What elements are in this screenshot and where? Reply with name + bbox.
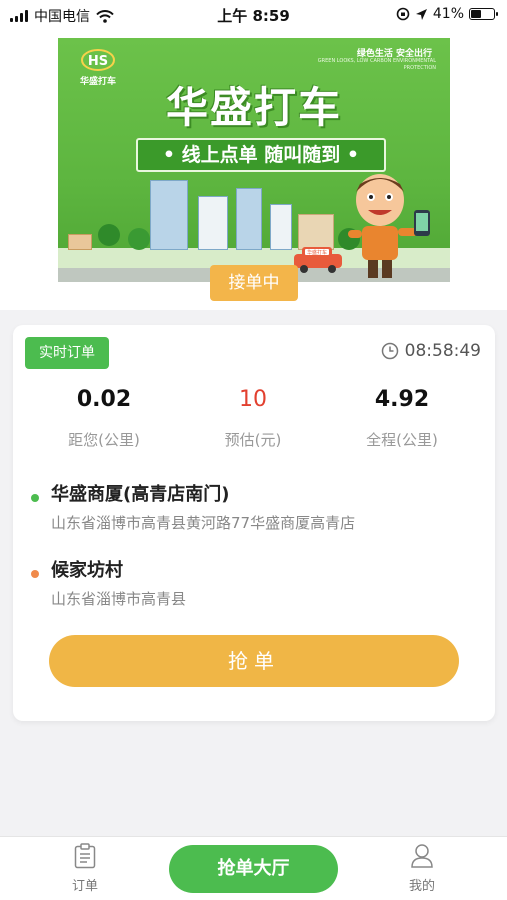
stat-label: 预估(元)	[224, 431, 282, 449]
stat-estimated-fare: 10 预估(元)	[173, 387, 333, 450]
status-bar: 中国电信 上午 8:59 41%	[0, 0, 507, 30]
pickup-name: 华盛商厦(高青店南门)	[51, 484, 230, 505]
bottom-tab-bar: 订单 抢单大厅 我的	[0, 836, 507, 900]
tab-mine[interactable]: 我的	[392, 843, 452, 894]
tab-orders-label: 订单	[71, 879, 98, 894]
svg-text:HS: HS	[88, 54, 108, 69]
pickup-detail: 山东省淄博市高青县黄河路77华盛商厦高青店	[51, 514, 356, 532]
stat-label: 全程(公里)	[366, 431, 438, 449]
building-illustration	[150, 180, 188, 250]
promo-banner[interactable]: HS 华盛打车 绿色生活 安全出行 GREEN LOOKS, LOW CARBO…	[58, 38, 450, 282]
tab-mine-label: 我的	[408, 879, 435, 894]
tab-orders[interactable]: 订单	[55, 843, 115, 894]
clock-icon	[381, 342, 398, 360]
location-arrow-icon	[415, 8, 427, 20]
grab-order-button[interactable]: 抢单	[49, 635, 459, 687]
stat-value: 4.92	[374, 387, 430, 412]
dropoff-detail: 山东省淄博市高青县	[51, 590, 187, 608]
tab-grab-hall[interactable]: 抢单大厅	[169, 845, 338, 893]
battery-icon	[469, 8, 498, 20]
banner-slogan-en: GREEN LOOKS, LOW CARBON ENVIRONMENTAL PR…	[317, 58, 436, 71]
dropoff-dot-icon	[31, 570, 39, 578]
dropoff-name: 候家坊村	[51, 560, 123, 581]
huasheng-logo-icon: HS	[81, 49, 115, 71]
order-card[interactable]: 实时订单 08:58:49 0.02 距您(公里) 10 预估(元) 4.92 …	[13, 325, 495, 721]
taxi-illustration: 华盛打车	[294, 247, 342, 273]
driver-character-illustration	[348, 174, 430, 278]
building-illustration	[270, 204, 292, 250]
tree-illustration	[98, 224, 120, 246]
pickup-dot-icon	[31, 494, 39, 502]
realtime-order-tag: 实时订单	[25, 337, 109, 369]
order-time: 08:58:49	[381, 341, 481, 361]
building-illustration	[236, 188, 262, 250]
stat-value: 10	[239, 387, 267, 412]
accepting-orders-status: 接单中	[210, 265, 298, 301]
clipboard-icon	[74, 843, 96, 869]
building-illustration	[68, 234, 92, 250]
building-illustration	[198, 196, 228, 250]
orientation-lock-icon	[396, 7, 410, 21]
user-profile-icon	[411, 844, 433, 868]
svg-text:华盛打车: 华盛打车	[307, 249, 327, 256]
banner-ribbon: • 线上点单 随叫随到 •	[136, 138, 386, 172]
status-bar-right: 41%	[396, 6, 498, 22]
stat-distance-to-you: 0.02 距您(公里)	[24, 387, 184, 450]
stat-value: 0.02	[76, 387, 132, 412]
stat-label: 距您(公里)	[68, 431, 140, 449]
order-time-value: 08:58:49	[404, 341, 481, 361]
stat-total-distance: 4.92 全程(公里)	[322, 387, 482, 450]
battery-percent: 41%	[432, 6, 464, 22]
banner-title: 华盛打车	[165, 83, 342, 132]
tree-illustration	[128, 228, 150, 250]
